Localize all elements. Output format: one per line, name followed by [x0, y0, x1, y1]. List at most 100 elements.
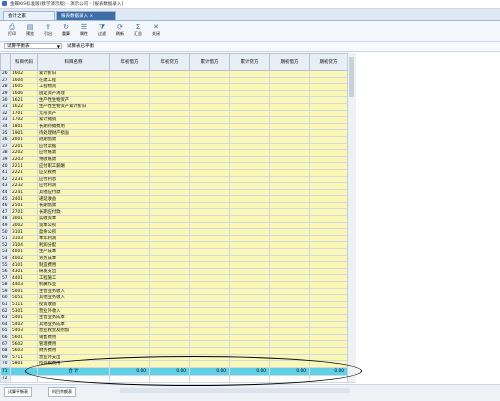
amount-cell[interactable] — [109, 155, 150, 164]
amount-cell[interactable] — [109, 135, 150, 144]
empty-cell[interactable] — [229, 374, 270, 383]
amount-cell[interactable] — [309, 96, 348, 104]
amount-cell[interactable] — [109, 215, 150, 223]
amount-cell[interactable] — [269, 142, 310, 151]
amount-cell[interactable] — [269, 109, 310, 118]
amount-cell[interactable] — [189, 116, 230, 124]
account-name-cell[interactable]: 待处理财产损溢 — [37, 129, 110, 137]
amount-cell[interactable] — [229, 294, 270, 302]
amount-cell[interactable] — [309, 248, 348, 256]
account-code-cell[interactable]: 1622 — [10, 102, 38, 111]
account-name-cell[interactable]: 其他业务收入 — [37, 294, 110, 302]
account-code-cell[interactable]: 4401 — [10, 274, 38, 282]
amount-cell[interactable] — [109, 83, 150, 91]
amount-cell[interactable] — [229, 70, 270, 78]
amount-cell[interactable] — [229, 182, 270, 190]
amount-cell[interactable] — [189, 142, 230, 151]
amount-cell[interactable] — [309, 135, 348, 144]
amount-cell[interactable] — [109, 221, 150, 230]
amount-cell[interactable] — [149, 294, 190, 302]
toolbar-button-properties[interactable]: ☰ 属性 — [76, 22, 92, 40]
amount-cell[interactable] — [189, 234, 230, 243]
amount-cell[interactable] — [189, 102, 230, 111]
amount-cell[interactable] — [269, 195, 310, 203]
sheet-tab-trial-balance[interactable]: 试算平衡表 — [4, 387, 32, 397]
amount-cell[interactable] — [189, 254, 230, 263]
amount-cell[interactable] — [229, 122, 270, 131]
amount-cell[interactable] — [109, 109, 150, 118]
amount-cell[interactable] — [149, 155, 190, 164]
amount-cell[interactable] — [189, 83, 230, 91]
account-name-cell[interactable]: 生产成本 — [37, 248, 110, 256]
amount-cell[interactable] — [229, 89, 270, 98]
amount-cell[interactable] — [109, 294, 150, 302]
account-name-cell[interactable]: 应付票据 — [37, 142, 110, 151]
amount-cell[interactable] — [149, 333, 190, 342]
amount-cell[interactable] — [269, 248, 310, 256]
amount-cell[interactable] — [229, 149, 270, 157]
amount-cell[interactable] — [309, 129, 348, 137]
amount-cell[interactable] — [229, 248, 270, 256]
account-code-cell[interactable]: 1606 — [10, 89, 38, 98]
amount-cell[interactable] — [189, 228, 230, 236]
amount-cell[interactable] — [229, 274, 270, 282]
amount-cell[interactable] — [229, 195, 270, 203]
amount-cell[interactable] — [109, 142, 150, 151]
amount-cell[interactable] — [189, 261, 230, 269]
column-header[interactable]: 期初贷方 — [309, 53, 348, 71]
account-name-cell[interactable]: 长期应付款 — [37, 208, 110, 217]
account-name-cell[interactable]: 固定资产清理 — [37, 89, 110, 98]
account-code-cell[interactable]: 1901 — [10, 129, 38, 137]
amount-cell[interactable] — [109, 228, 150, 236]
empty-cell[interactable] — [269, 374, 310, 383]
amount-cell[interactable] — [189, 353, 230, 362]
amount-cell[interactable] — [109, 254, 150, 263]
amount-cell[interactable] — [149, 221, 190, 230]
account-code-cell[interactable]: 4403 — [10, 281, 38, 289]
account-name-cell[interactable]: 应交税费 — [37, 168, 110, 177]
account-code-cell[interactable]: 5601 — [10, 333, 38, 342]
amount-cell[interactable] — [309, 83, 348, 91]
amount-cell[interactable] — [229, 267, 270, 276]
amount-cell[interactable] — [229, 346, 270, 355]
account-name-cell[interactable]: 生产性生物资产累计折旧 — [37, 102, 110, 111]
account-code-cell[interactable]: 5401 — [10, 313, 38, 322]
amount-cell[interactable] — [229, 168, 270, 177]
amount-cell[interactable] — [309, 281, 348, 289]
amount-cell[interactable] — [149, 102, 190, 111]
account-code-cell[interactable]: 2701 — [10, 208, 38, 217]
amount-cell[interactable] — [149, 274, 190, 282]
account-code-cell[interactable]: 4002 — [10, 254, 38, 263]
column-header[interactable]: 累计贷方 — [229, 53, 270, 71]
account-code-cell[interactable]: 2211 — [10, 162, 38, 170]
amount-cell[interactable] — [109, 300, 150, 309]
amount-cell[interactable] — [309, 201, 348, 210]
amount-cell[interactable] — [149, 360, 190, 368]
account-code-cell[interactable]: 1602 — [10, 70, 38, 78]
amount-cell[interactable] — [109, 353, 150, 362]
amount-cell[interactable] — [309, 313, 348, 322]
amount-cell[interactable] — [269, 188, 310, 197]
amount-cell[interactable] — [109, 149, 150, 157]
account-code-cell[interactable]: 5051 — [10, 294, 38, 302]
amount-cell[interactable] — [229, 162, 270, 170]
amount-cell[interactable] — [229, 353, 270, 362]
column-header[interactable]: 科目名称 — [37, 53, 110, 71]
amount-cell[interactable] — [309, 175, 348, 184]
amount-cell[interactable] — [269, 353, 310, 362]
amount-cell[interactable] — [309, 195, 348, 203]
column-header[interactable]: 年初贷方 — [149, 53, 190, 71]
account-name-cell[interactable]: 工程施工 — [37, 274, 110, 282]
amount-cell[interactable] — [149, 248, 190, 256]
amount-cell[interactable] — [309, 346, 348, 355]
amount-cell[interactable] — [229, 188, 270, 197]
amount-cell[interactable] — [269, 340, 310, 348]
amount-cell[interactable] — [149, 300, 190, 309]
account-name-cell[interactable]: 投资收益 — [37, 300, 110, 309]
amount-cell[interactable] — [269, 122, 310, 131]
amount-cell[interactable] — [269, 254, 310, 263]
empty-cell[interactable] — [109, 374, 150, 383]
empty-cell[interactable] — [309, 374, 348, 383]
amount-cell[interactable] — [269, 333, 310, 342]
amount-cell[interactable] — [229, 320, 270, 329]
